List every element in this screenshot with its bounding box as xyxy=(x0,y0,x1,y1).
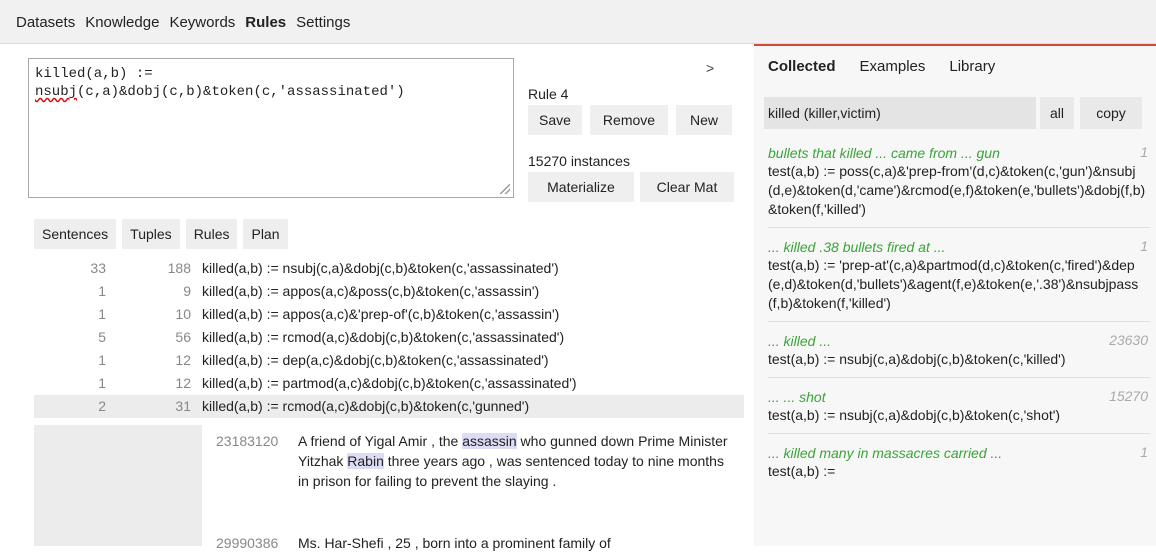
new-button[interactable]: New xyxy=(676,105,732,135)
highlight-arg-a: assassin xyxy=(462,433,517,449)
relation-query-input[interactable] xyxy=(764,97,1036,129)
pattern-phrase: ... ... shot xyxy=(768,389,826,405)
pattern-count: 1 xyxy=(1140,144,1148,160)
selected-row-gutter xyxy=(34,425,202,546)
main-nav: Datasets Knowledge Keywords Rules Settin… xyxy=(14,14,352,31)
sentence-count: 1 xyxy=(98,306,106,322)
sentence-count: 33 xyxy=(90,260,106,276)
nav-rules[interactable]: Rules xyxy=(243,14,288,31)
top-nav-bar: Datasets Knowledge Keywords Rules Settin… xyxy=(0,0,1156,44)
rule-row[interactable]: 5 56 killed(a,b) := rcmod(a,c)&dobj(c,b)… xyxy=(34,326,744,349)
sentence-text: Ms. Har-Shefi , 25 , born into a promine… xyxy=(298,535,611,551)
materialize-button[interactable]: Materialize xyxy=(528,172,634,202)
rules-list: 33 188 killed(a,b) := nsubj(c,a)&dobj(c,… xyxy=(34,257,744,418)
pattern-count: 1 xyxy=(1140,444,1148,460)
rule-row-selected[interactable]: 2 31 killed(a,b) := rcmod(a,c)&dobj(c,b)… xyxy=(34,395,744,418)
nav-knowledge[interactable]: Knowledge xyxy=(83,14,161,31)
rule-text: killed(a,b) := rcmod(a,c)&dobj(c,b)&toke… xyxy=(202,329,565,345)
collected-item[interactable]: ... killed .38 bullets fired at ... 1 te… xyxy=(768,238,1150,322)
tuple-count: 10 xyxy=(175,306,191,322)
nav-datasets[interactable]: Datasets xyxy=(14,14,77,31)
rule-row[interactable]: 1 10 killed(a,b) := appos(a,c)&'prep-of'… xyxy=(34,303,744,326)
copy-button[interactable]: copy xyxy=(1080,97,1142,129)
rule-number-label: Rule 4 xyxy=(528,86,569,102)
remove-button[interactable]: Remove xyxy=(590,105,668,135)
pattern-count: 1 xyxy=(1140,238,1148,254)
sentence-item[interactable]: 23183120 A friend of Yigal Amir , the as… xyxy=(202,431,742,515)
pattern-phrase: ... killed ... xyxy=(768,333,832,349)
sentence-id: 23183120 xyxy=(216,433,279,449)
tuple-count: 188 xyxy=(167,260,191,276)
pattern-rule: test(a,b) := poss(c,a)&'prep-from'(d,c)&… xyxy=(768,163,1146,217)
clear-mat-button[interactable]: Clear Mat xyxy=(640,172,734,202)
collected-item[interactable]: ... killed ... 23630 test(a,b) := nsubj(… xyxy=(768,332,1150,378)
tuple-count: 12 xyxy=(175,375,191,391)
pattern-count: 15270 xyxy=(1109,388,1148,404)
nav-settings[interactable]: Settings xyxy=(294,14,352,31)
rule-text: killed(a,b) := rcmod(a,c)&dobj(c,b)&toke… xyxy=(202,398,530,414)
collected-item[interactable]: bullets that killed ... came from ... gu… xyxy=(768,144,1150,228)
result-tabs: Sentences Tuples Rules Plan xyxy=(34,219,288,249)
sentence-text: A friend of Yigal Amir , the assassin wh… xyxy=(298,433,728,489)
tab-tuples[interactable]: Tuples xyxy=(122,219,180,249)
rule-text: killed(a,b) := nsubj(c,a)&dobj(c,b)&toke… xyxy=(202,260,559,276)
editor-misspelled-token: nsubj xyxy=(35,84,78,100)
sentence-id: 29990386 xyxy=(216,535,279,551)
pattern-phrase: bullets that killed ... came from ... gu… xyxy=(768,145,1000,161)
divider xyxy=(768,227,1150,228)
right-tabs: Collected Examples Library xyxy=(768,58,995,75)
divider xyxy=(768,433,1150,434)
nav-keywords[interactable]: Keywords xyxy=(167,14,237,31)
tab-sentences[interactable]: Sentences xyxy=(34,219,117,249)
sentence-count: 1 xyxy=(98,283,106,299)
rule-text: killed(a,b) := appos(a,c)&poss(c,b)&toke… xyxy=(202,283,540,299)
rule-editor[interactable]: killed(a,b) := nsubj(c,a)&dobj(c,b)&toke… xyxy=(28,58,514,198)
sentence-item[interactable]: 29990386 Ms. Har-Shefi , 25 , born into … xyxy=(202,533,742,553)
tuple-count: 9 xyxy=(183,283,191,299)
tab-examples[interactable]: Examples xyxy=(860,58,926,75)
panel-accent-line xyxy=(754,44,1156,46)
pattern-phrase: ... killed many in massacres carried ... xyxy=(768,445,1003,461)
instances-count: 15270 instances xyxy=(528,153,630,169)
divider xyxy=(768,377,1150,378)
rule-row[interactable]: 1 12 killed(a,b) := dep(a,c)&dobj(c,b)&t… xyxy=(34,349,744,372)
expand-panel-icon[interactable]: > xyxy=(706,60,714,76)
rule-text: killed(a,b) := appos(a,c)&'prep-of'(c,b)… xyxy=(202,306,560,322)
sentence-count: 5 xyxy=(98,329,106,345)
editor-line-1: killed(a,b) := xyxy=(35,66,153,82)
tab-library[interactable]: Library xyxy=(949,58,995,75)
tab-collected[interactable]: Collected xyxy=(768,58,836,75)
rule-text: killed(a,b) := dep(a,c)&dobj(c,b)&token(… xyxy=(202,352,549,368)
sentence-count: 1 xyxy=(98,375,106,391)
tab-plan[interactable]: Plan xyxy=(243,219,288,249)
all-button[interactable]: all xyxy=(1040,97,1074,129)
collected-list: bullets that killed ... came from ... gu… xyxy=(768,144,1150,491)
rule-row[interactable]: 33 188 killed(a,b) := nsubj(c,a)&dobj(c,… xyxy=(34,257,744,280)
pattern-rule: test(a,b) := nsubj(c,a)&dobj(c,b)&token(… xyxy=(768,407,1061,423)
right-panel: Collected Examples Library all copy bull… xyxy=(754,44,1156,546)
tuple-count: 12 xyxy=(175,352,191,368)
rule-row[interactable]: 1 12 killed(a,b) := partmod(a,c)&dobj(c,… xyxy=(34,372,744,395)
pattern-rule: test(a,b) := 'prep-at'(c,a)&partmod(d,c)… xyxy=(768,257,1139,311)
pattern-rule: test(a,b) := xyxy=(768,463,836,479)
divider xyxy=(768,321,1150,322)
tab-rules[interactable]: Rules xyxy=(185,219,238,249)
rule-text: killed(a,b) := partmod(a,c)&dobj(c,b)&to… xyxy=(202,375,577,391)
sentence-count: 1 xyxy=(98,352,106,368)
pattern-count: 23630 xyxy=(1109,332,1148,348)
collected-item[interactable]: ... ... shot 15270 test(a,b) := nsubj(c,… xyxy=(768,388,1150,434)
editor-line-2: (c,a)&dobj(c,b)&token(c,'assassinated') xyxy=(77,84,405,100)
rule-row[interactable]: 1 9 killed(a,b) := appos(a,c)&poss(c,b)&… xyxy=(34,280,744,303)
sentence-count: 2 xyxy=(98,398,106,414)
tuple-count: 56 xyxy=(175,329,191,345)
save-button[interactable]: Save xyxy=(528,105,582,135)
collected-item[interactable]: ... killed many in massacres carried ...… xyxy=(768,444,1150,481)
pattern-rule: test(a,b) := nsubj(c,a)&dobj(c,b)&token(… xyxy=(768,351,1066,367)
pattern-phrase: ... killed .38 bullets fired at ... xyxy=(768,239,946,255)
tuple-count: 31 xyxy=(175,398,191,414)
highlight-arg-b: Rabin xyxy=(347,453,384,469)
resize-grip-icon[interactable] xyxy=(500,184,510,194)
